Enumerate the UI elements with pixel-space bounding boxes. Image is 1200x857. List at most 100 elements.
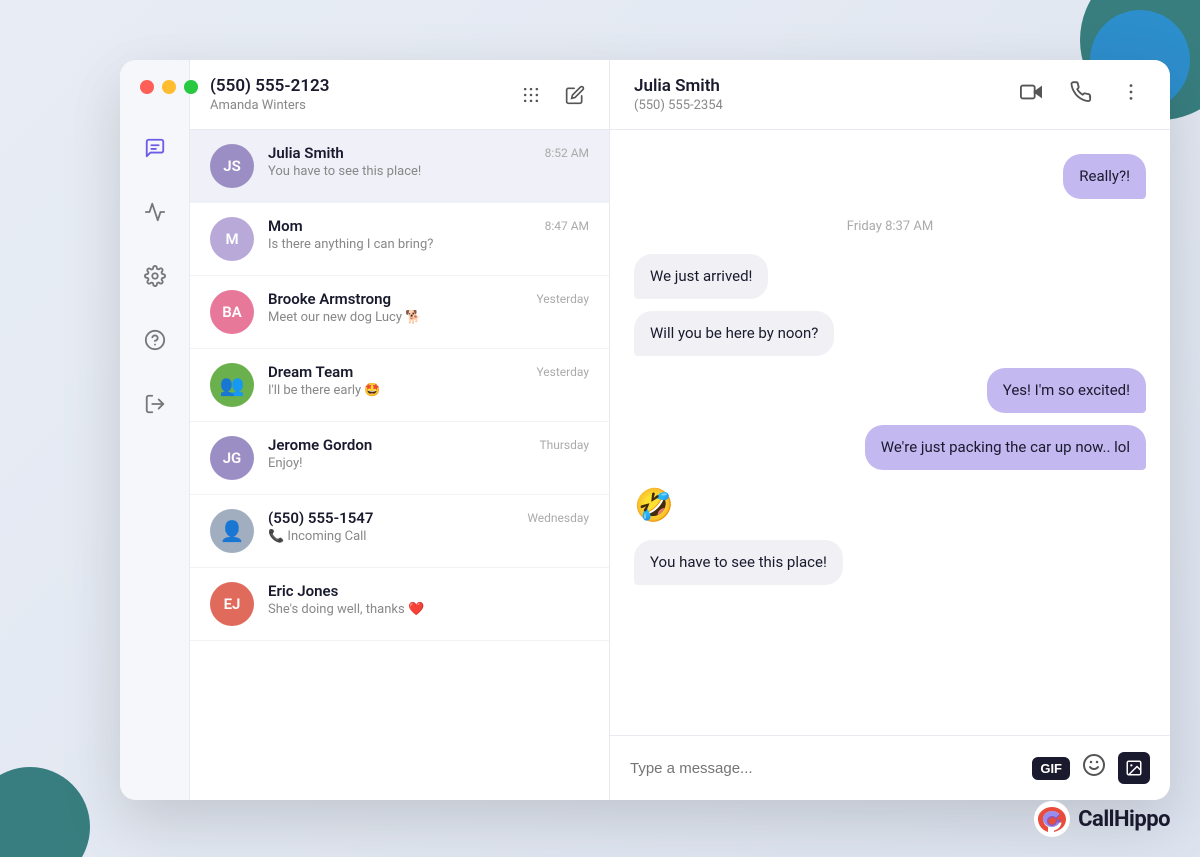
- conv-content-mom: Mom Is there anything I can bring?: [268, 217, 531, 252]
- conversation-item-jerome-gordon[interactable]: JG Jerome Gordon Enjoy! Thursday: [190, 422, 609, 495]
- avatar-eric-jones: EJ: [210, 582, 254, 626]
- image-icon: [1125, 759, 1143, 777]
- sidebar-item-messages[interactable]: [137, 130, 173, 166]
- sidebar-item-activity[interactable]: [137, 194, 173, 230]
- conv-preview-eric-jones: She's doing well, thanks ❤️: [268, 602, 575, 617]
- bg-decoration-bottom: [0, 757, 120, 857]
- conv-content-julia-smith: Julia Smith You have to see this place!: [268, 144, 531, 179]
- conv-preview-julia-smith: You have to see this place!: [268, 164, 531, 179]
- message-row-excited: Yes! I'm so excited!: [634, 368, 1146, 413]
- traffic-light-yellow[interactable]: [162, 80, 176, 94]
- avatar-mom: M: [210, 217, 254, 261]
- message-bubble-see-place: You have to see this place!: [634, 540, 843, 585]
- conversation-item-dream-team[interactable]: 👥 Dream Team I'll be there early 🤩 Yeste…: [190, 349, 609, 422]
- message-bubble-arrived: We just arrived!: [634, 254, 768, 299]
- avatar-dream-team: 👥: [210, 363, 254, 407]
- phone-icon: [1070, 81, 1092, 103]
- avatar-brooke-armstrong: BA: [210, 290, 254, 334]
- more-options-button[interactable]: [1116, 77, 1146, 113]
- account-name: Amanda Winters: [210, 98, 329, 113]
- conv-time-jerome-gordon: Thursday: [539, 438, 589, 452]
- right-panel: Julia Smith (550) 555-2354: [610, 60, 1170, 800]
- gif-button[interactable]: GIF: [1032, 757, 1070, 780]
- left-header: (550) 555-2123 Amanda Winters: [190, 60, 609, 130]
- message-bubble-really: Really?!: [1063, 154, 1146, 199]
- conv-name-mom: Mom: [268, 217, 531, 235]
- traffic-lights: [140, 80, 198, 94]
- message-row-see-place: You have to see this place!: [634, 540, 1146, 585]
- voice-call-button[interactable]: [1066, 77, 1096, 113]
- conversation-item-julia-smith[interactable]: JS Julia Smith You have to see this plac…: [190, 130, 609, 203]
- brand-name-text: CallHippo: [1078, 807, 1170, 832]
- brand-logo-icon: [1034, 801, 1070, 837]
- conv-content-brooke-armstrong: Brooke Armstrong Meet our new dog Lucy 🐕: [268, 290, 522, 325]
- conv-content-eric-jones: Eric Jones She's doing well, thanks ❤️: [268, 582, 575, 617]
- conv-preview-jerome-gordon: Enjoy!: [268, 456, 525, 471]
- traffic-light-red[interactable]: [140, 80, 154, 94]
- brand: CallHippo: [1034, 801, 1170, 837]
- conv-time-mom: 8:47 AM: [545, 219, 589, 233]
- message-row-arrived: We just arrived!: [634, 254, 1146, 299]
- conv-preview-mom: Is there anything I can bring?: [268, 237, 531, 252]
- conversation-item-unknown-number[interactable]: 👤 (550) 555-1547 📞 Incoming Call Wednesd…: [190, 495, 609, 568]
- sidebar-item-help[interactable]: [137, 322, 173, 358]
- compose-button[interactable]: [561, 81, 589, 109]
- message-input[interactable]: [630, 760, 1020, 777]
- avatar-julia-smith: JS: [210, 144, 254, 188]
- date-divider-friday: Friday 8:37 AM: [634, 219, 1146, 234]
- traffic-light-green[interactable]: [184, 80, 198, 94]
- conversation-item-eric-jones[interactable]: EJ Eric Jones She's doing well, thanks ❤…: [190, 568, 609, 641]
- conversation-item-mom[interactable]: M Mom Is there anything I can bring? 8:4…: [190, 203, 609, 276]
- message-row-really: Really?!: [634, 154, 1146, 199]
- conversation-list: JS Julia Smith You have to see this plac…: [190, 130, 609, 800]
- conv-preview-brooke-armstrong: Meet our new dog Lucy 🐕: [268, 310, 522, 325]
- left-header-actions: [517, 81, 589, 109]
- conv-content-unknown-number: (550) 555-1547 📞 Incoming Call: [268, 509, 513, 544]
- messages-area: Really?! Friday 8:37 AM We just arrived!…: [610, 130, 1170, 735]
- emoji-icon: [1082, 753, 1106, 777]
- message-row-emoji: 🤣: [634, 482, 1146, 528]
- conversation-item-brooke-armstrong[interactable]: BA Brooke Armstrong Meet our new dog Luc…: [190, 276, 609, 349]
- app-window: (550) 555-2123 Amanda Winters: [120, 60, 1170, 800]
- conv-name-eric-jones: Eric Jones: [268, 582, 575, 600]
- conv-content-jerome-gordon: Jerome Gordon Enjoy!: [268, 436, 525, 471]
- conv-preview-unknown-number: 📞 Incoming Call: [268, 529, 513, 544]
- image-upload-button[interactable]: [1118, 752, 1150, 784]
- conv-time-dream-team: Yesterday: [536, 365, 589, 379]
- emoji-button[interactable]: [1082, 753, 1106, 783]
- account-info: (550) 555-2123 Amanda Winters: [210, 76, 329, 113]
- more-options-icon: [1120, 81, 1142, 103]
- message-bubble-excited: Yes! I'm so excited!: [987, 368, 1146, 413]
- compose-icon: [565, 85, 585, 105]
- conv-time-unknown-number: Wednesday: [527, 511, 589, 525]
- message-input-bar: GIF: [610, 735, 1170, 800]
- conv-name-jerome-gordon: Jerome Gordon: [268, 436, 525, 454]
- video-call-button[interactable]: [1016, 77, 1046, 113]
- chat-header: Julia Smith (550) 555-2354: [610, 60, 1170, 130]
- conv-name-julia-smith: Julia Smith: [268, 144, 531, 162]
- message-bubble-noon: Will you be here by noon?: [634, 311, 834, 356]
- account-phone: (550) 555-2123: [210, 76, 329, 96]
- sidebar-item-logout[interactable]: [137, 386, 173, 422]
- keypad-button[interactable]: [517, 81, 545, 109]
- avatar-unknown-number: 👤: [210, 509, 254, 553]
- conv-name-unknown-number: (550) 555-1547: [268, 509, 513, 527]
- sidebar-nav: [120, 60, 190, 800]
- message-emoji-laughing: 🤣: [634, 486, 674, 524]
- left-panel: (550) 555-2123 Amanda Winters: [190, 60, 610, 800]
- message-row-noon: Will you be here by noon?: [634, 311, 1146, 356]
- sidebar-item-settings[interactable]: [137, 258, 173, 294]
- conv-time-julia-smith: 8:52 AM: [545, 146, 589, 160]
- conv-time-brooke-armstrong: Yesterday: [536, 292, 589, 306]
- conv-preview-dream-team: I'll be there early 🤩: [268, 383, 522, 398]
- chat-contact-info: Julia Smith (550) 555-2354: [634, 76, 723, 113]
- conv-content-dream-team: Dream Team I'll be there early 🤩: [268, 363, 522, 398]
- chat-header-actions: [1016, 77, 1146, 113]
- message-row-packing: We're just packing the car up now.. lol: [634, 425, 1146, 470]
- chat-contact-phone: (550) 555-2354: [634, 98, 723, 113]
- chat-contact-name: Julia Smith: [634, 76, 723, 96]
- message-bubble-packing: We're just packing the car up now.. lol: [865, 425, 1146, 470]
- conv-name-dream-team: Dream Team: [268, 363, 522, 381]
- keypad-icon: [521, 85, 541, 105]
- avatar-jerome-gordon: JG: [210, 436, 254, 480]
